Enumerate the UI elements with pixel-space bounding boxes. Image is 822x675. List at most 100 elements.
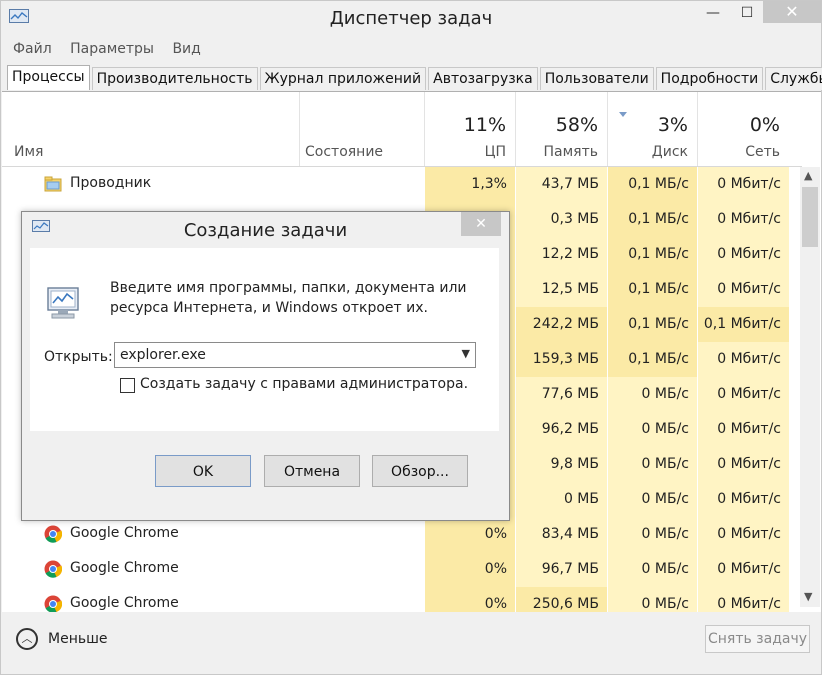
disk-percent: 3% [657,114,688,136]
column-status-header[interactable]: Состояние [305,144,383,160]
memory-cell: 159,3 МБ [516,342,607,377]
tab-users[interactable]: Пользователи [539,67,654,90]
network-cell: 0 Мбит/с [698,447,789,482]
column-name-header[interactable]: Имя [14,144,43,160]
column-memory-header[interactable]: 58% Память [515,92,608,166]
memory-percent: 58% [555,114,598,136]
dialog-close-button[interactable]: ✕ [461,212,501,236]
vertical-scrollbar[interactable]: ▲ ▼ [800,167,820,607]
dialog-description: Введите имя программы, папки, документа … [110,280,467,316]
admin-checkbox[interactable] [120,378,135,393]
column-cpu-header[interactable]: 11% ЦП [424,92,516,166]
process-name: Google Chrome [70,525,179,541]
title-bar: Диспетчер задач — ☐ ✕ [1,1,821,37]
tab-startup[interactable]: Автозагрузка [428,67,538,90]
network-cell: 0 Мбит/с [698,482,789,517]
ok-button[interactable]: OK [155,455,251,487]
network-cell: 0 Мбит/с [698,517,789,552]
disk-cell: 0,1 МБ/с [608,202,697,237]
tab-details[interactable]: Подробности [655,67,764,90]
chrome-icon [44,525,62,543]
chrome-icon [44,595,62,612]
scroll-thumb[interactable] [802,187,818,247]
tab-performance[interactable]: Производительность [91,67,258,90]
browse-button[interactable]: Обзор... [372,455,468,487]
memory-cell: 96,7 МБ [516,552,607,587]
network-label: Сеть [745,144,780,160]
network-cell: 0 Мбит/с [698,587,789,612]
process-name: Google Chrome [70,595,179,611]
scroll-up-icon[interactable]: ▲ [804,169,812,182]
network-cell: 0 Мбит/с [698,342,789,377]
chevron-up-icon[interactable]: ︿ [16,628,38,650]
menu-bar: Файл Параметры Вид [13,41,215,57]
run-program-icon [47,287,79,319]
process-row[interactable]: Проводник 1,3% 43,7 МБ 0,1 МБ/с 0 Мбит/с [2,167,802,202]
network-cell: 0 Мбит/с [698,377,789,412]
tab-processes[interactable]: Процессы [7,65,90,90]
process-row[interactable]: Google Chrome 0% 83,4 МБ 0 МБ/с 0 Мбит/с [2,517,802,552]
disk-cell: 0,1 МБ/с [608,167,697,202]
disk-cell: 0 МБ/с [608,517,697,552]
memory-cell: 242,2 МБ [516,307,607,342]
chevron-down-icon[interactable]: ▼ [462,347,470,360]
close-button[interactable]: ✕ [763,1,821,23]
disk-cell: 0 МБ/с [608,412,697,447]
dialog-body: Введите имя программы, папки, документа … [30,248,499,431]
process-name: Проводник [70,175,152,191]
cpu-percent: 11% [463,114,506,136]
disk-cell: 0,1 МБ/с [608,272,697,307]
fewer-details-link[interactable]: Меньше [48,631,108,647]
network-cell: 0 Мбит/с [698,237,789,272]
window-title: Диспетчер задач [329,8,493,29]
explorer-folder-icon [44,176,62,192]
scroll-down-icon[interactable]: ▼ [804,590,812,603]
disk-cell: 0 МБ/с [608,377,697,412]
menu-file[interactable]: Файл [13,41,52,57]
disk-cell: 0 МБ/с [608,447,697,482]
process-row[interactable]: Google Chrome 0% 250,6 МБ 0 МБ/с 0 Мбит/с [2,587,802,612]
memory-cell: 96,2 МБ [516,412,607,447]
memory-cell: 0 МБ [516,482,607,517]
menu-options[interactable]: Параметры [70,41,154,57]
cpu-cell: 0% [425,517,515,552]
column-disk-header[interactable]: 3% Диск [607,92,698,166]
tab-services[interactable]: Службы [765,67,822,90]
network-cell: 0 Мбит/с [698,272,789,307]
process-row[interactable]: Google Chrome 0% 96,7 МБ 0 МБ/с 0 Мбит/с [2,552,802,587]
column-network-header[interactable]: 0% Сеть [697,92,790,166]
disk-cell: 0,1 МБ/с [608,307,697,342]
end-task-button[interactable]: Снять задачу [705,625,810,653]
memory-cell: 12,5 МБ [516,272,607,307]
memory-cell: 9,8 МБ [516,447,607,482]
process-name: Google Chrome [70,560,179,576]
tab-app-history[interactable]: Журнал приложений [259,67,427,90]
disk-label: Диск [651,144,688,160]
chrome-icon [44,560,62,578]
memory-cell: 43,7 МБ [516,167,607,202]
network-cell: 0 Мбит/с [698,202,789,237]
disk-cell: 0 МБ/с [608,587,697,612]
cpu-cell: 1,3% [425,167,515,202]
network-cell: 0,1 Мбит/с [698,307,789,342]
dialog-title: Создание задачи [183,220,348,241]
menu-view[interactable]: Вид [172,41,200,57]
admin-checkbox-label[interactable]: Создать задачу с правами администратора. [140,376,468,392]
disk-cell: 0,1 МБ/с [608,342,697,377]
cpu-label: ЦП [484,144,506,160]
cancel-button[interactable]: Отмена [264,455,360,487]
disk-cell: 0,1 МБ/с [608,237,697,272]
memory-cell: 250,6 МБ [516,587,607,612]
maximize-button[interactable]: ☐ [733,5,761,27]
open-combobox-value[interactable]: explorer.exe [120,347,206,363]
create-task-dialog: Создание задачи ✕ Введите имя программы,… [21,211,510,521]
disk-cell: 0 МБ/с [608,482,697,517]
disk-cell: 0 МБ/с [608,552,697,587]
memory-cell: 0,3 МБ [516,202,607,237]
minimize-button[interactable]: — [699,5,727,27]
open-label: Открыть: [44,349,113,365]
open-combobox[interactable]: explorer.exe ▼ [114,342,476,368]
column-header: Имя Состояние 11% ЦП 58% Память 3% Диск … [2,92,802,167]
cpu-cell: 0% [425,587,515,612]
footer-bar: ︿ Меньше Снять задачу [2,612,821,672]
